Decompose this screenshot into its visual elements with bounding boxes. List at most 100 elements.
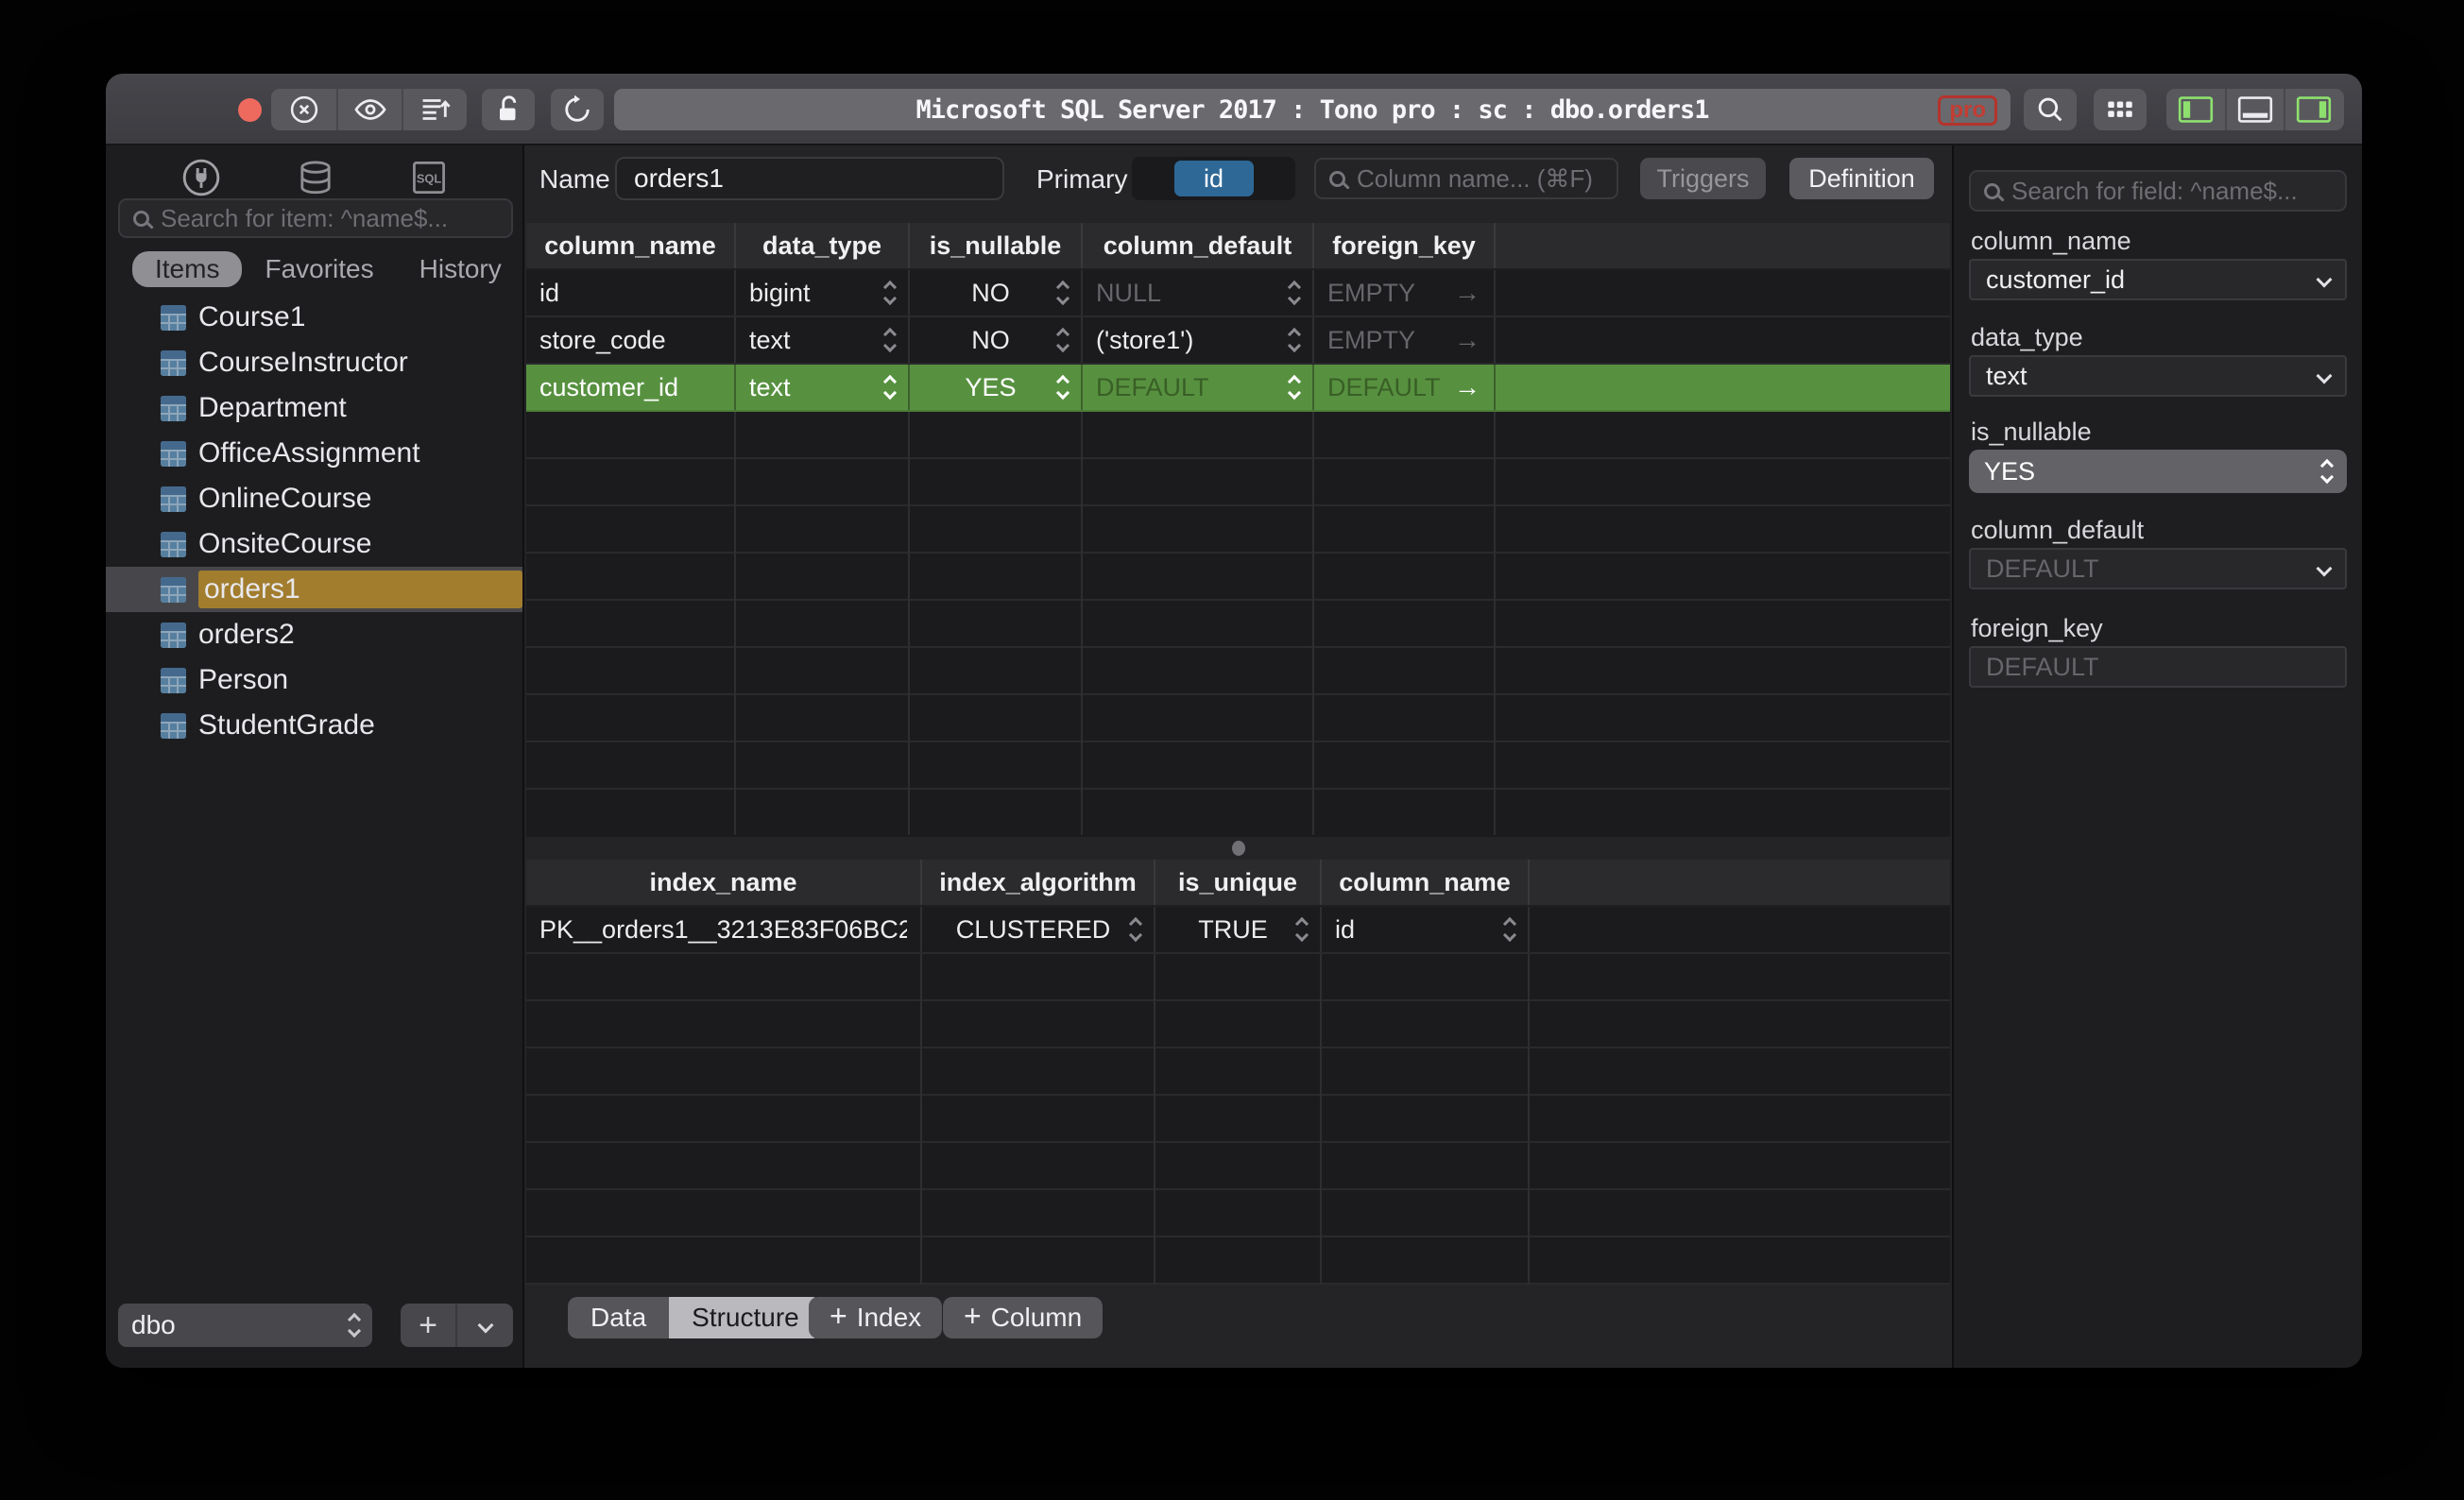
column-row-id[interactable]: id bigint NO NULL EMPTY [526, 270, 1950, 317]
pro-badge: pro [1938, 95, 1997, 126]
foreign-key-arrow-icon[interactable] [1454, 278, 1480, 308]
select-stepper-icon [2319, 458, 2335, 485]
cell-index-algorithm[interactable]: CLUSTERED [935, 915, 1131, 945]
cell-column-default[interactable]: NULL [1096, 279, 1290, 308]
table-name: CourseInstructor [198, 347, 408, 378]
sidebar-search-field[interactable]: Search for item: ^name$... [118, 198, 513, 238]
table-icon [161, 712, 186, 739]
cell-is-nullable[interactable]: NO [923, 326, 1058, 355]
definition-button[interactable]: Definition [1789, 158, 1934, 199]
list-item-officeassignment[interactable]: OfficeAssignment [106, 431, 522, 476]
indexes-table-header: index_name index_algorithm is_unique col… [526, 860, 1950, 907]
list-item-courseinstructor[interactable]: CourseInstructor [106, 340, 522, 385]
list-item-orders1-selected[interactable]: orders1 [106, 567, 522, 612]
inspector-is-nullable-select[interactable]: YES [1969, 450, 2347, 493]
refresh-button[interactable] [551, 89, 604, 130]
preview-button[interactable] [336, 89, 402, 130]
column-row-customer-id-selected[interactable]: customer_id text YES DEFAULT DEFAULT [526, 365, 1950, 412]
inspector-foreign-key-field[interactable]: DEFAULT [1969, 646, 2347, 688]
inspector-search-field[interactable]: Search for field: ^name$... [1969, 170, 2347, 212]
cell-column-default[interactable]: ('store1') [1096, 326, 1290, 355]
tab-history[interactable]: History [397, 251, 524, 287]
list-item-onsitecourse[interactable]: OnsiteCourse [106, 521, 522, 567]
inspector-column-name-select[interactable]: customer_id [1969, 259, 2347, 300]
add-item-button[interactable] [401, 1304, 456, 1347]
pending-changes-button[interactable] [402, 89, 467, 130]
column-search-field[interactable]: Column name... (⌘F) [1314, 158, 1618, 199]
cell-is-nullable[interactable]: YES [923, 373, 1058, 402]
cell-data-type[interactable]: text [749, 373, 885, 402]
index-row-pk[interactable]: PK__orders1__3213E83F06BC2397 CLUSTERED … [526, 907, 1950, 954]
cell-foreign-key[interactable]: DEFAULT [1327, 373, 1454, 402]
tab-items[interactable]: Items [132, 251, 243, 287]
cell-data-type[interactable]: text [749, 326, 885, 355]
stepper-icon[interactable] [882, 327, 898, 353]
stepper-icon[interactable] [1128, 916, 1143, 943]
list-item-onlinecourse[interactable]: OnlineCourse [106, 476, 522, 521]
stepper-icon[interactable] [1294, 916, 1309, 943]
inspector-label-column-name: column_name [1971, 227, 2131, 255]
connection-plug-icon[interactable] [180, 156, 223, 199]
table-name: Person [198, 664, 289, 695]
stepper-icon[interactable] [1287, 374, 1302, 401]
close-window-button[interactable] [238, 98, 262, 122]
disconnect-button[interactable] [271, 89, 336, 130]
tab-structure[interactable]: Structure [669, 1297, 822, 1338]
tab-favorites[interactable]: Favorites [242, 251, 396, 287]
tab-data[interactable]: Data [568, 1297, 670, 1338]
stepper-icon[interactable] [1055, 374, 1070, 401]
stepper-icon[interactable] [882, 280, 898, 306]
list-item-person[interactable]: Person [106, 657, 522, 703]
database-icon[interactable] [294, 156, 337, 199]
stepper-icon[interactable] [1502, 916, 1517, 943]
header-spacer [1496, 223, 1950, 268]
splitter-handle-icon[interactable] [1231, 841, 1245, 856]
cell-is-unique[interactable]: TRUE [1169, 915, 1297, 945]
triggers-button[interactable]: Triggers [1640, 158, 1766, 199]
cell-column-name[interactable]: id [539, 279, 721, 308]
add-item-menu-button[interactable] [455, 1304, 513, 1347]
cell-index-name[interactable]: PK__orders1__3213E83F06BC2397 [539, 915, 907, 945]
inspector-column-default-select[interactable]: DEFAULT [1969, 548, 2347, 589]
add-index-button[interactable]: + Index [809, 1297, 943, 1338]
foreign-key-arrow-icon[interactable] [1454, 325, 1480, 355]
sidebar-search-placeholder: Search for item: ^name$... [161, 203, 449, 232]
cell-column-name[interactable]: customer_id [539, 373, 721, 402]
stepper-icon[interactable] [1287, 327, 1302, 353]
panel-splitter[interactable] [526, 837, 1950, 860]
lock-button[interactable] [482, 89, 535, 130]
cell-column-default[interactable]: DEFAULT [1096, 373, 1290, 402]
inspector-data-type-select[interactable]: text [1969, 355, 2347, 397]
plugins-grid-button[interactable] [2094, 89, 2147, 130]
search-icon [133, 210, 149, 227]
cell-index-column[interactable]: id [1335, 915, 1505, 945]
column-row-store-code[interactable]: store_code text NO ('store1') EMPTY [526, 317, 1950, 365]
circle-x-icon [290, 95, 317, 124]
inspector-label-data-type: data_type [1971, 323, 2083, 351]
header-foreign-key: foreign_key [1314, 223, 1496, 268]
stepper-icon[interactable] [882, 374, 898, 401]
schema-select[interactable]: dbo [118, 1304, 372, 1347]
toggle-bottom-panel-button[interactable] [2225, 89, 2284, 130]
toggle-right-panel-button[interactable] [2284, 89, 2342, 130]
global-search-button[interactable] [2024, 89, 2077, 130]
cell-column-name[interactable]: store_code [539, 326, 721, 355]
stepper-icon[interactable] [1287, 280, 1302, 306]
cell-foreign-key[interactable]: EMPTY [1327, 326, 1454, 355]
cell-foreign-key[interactable]: EMPTY [1327, 279, 1454, 308]
list-item-department[interactable]: Department [106, 385, 522, 431]
stepper-icon[interactable] [1055, 327, 1070, 353]
primary-key-chip[interactable]: id [1173, 161, 1254, 196]
eye-icon [353, 99, 386, 120]
cell-is-nullable[interactable]: NO [923, 279, 1058, 308]
sql-editor-icon[interactable]: SQL [408, 157, 450, 198]
toggle-left-panel-button[interactable] [2166, 89, 2225, 130]
list-item-course1[interactable]: Course1 [106, 295, 522, 340]
list-item-studentgrade[interactable]: StudentGrade [106, 703, 522, 748]
cell-data-type[interactable]: bigint [749, 279, 885, 308]
table-name-input[interactable] [615, 157, 1004, 200]
add-column-button[interactable]: + Column [943, 1297, 1104, 1338]
list-item-orders2[interactable]: orders2 [106, 612, 522, 657]
stepper-icon[interactable] [1055, 280, 1070, 306]
foreign-key-arrow-icon[interactable] [1454, 372, 1480, 402]
